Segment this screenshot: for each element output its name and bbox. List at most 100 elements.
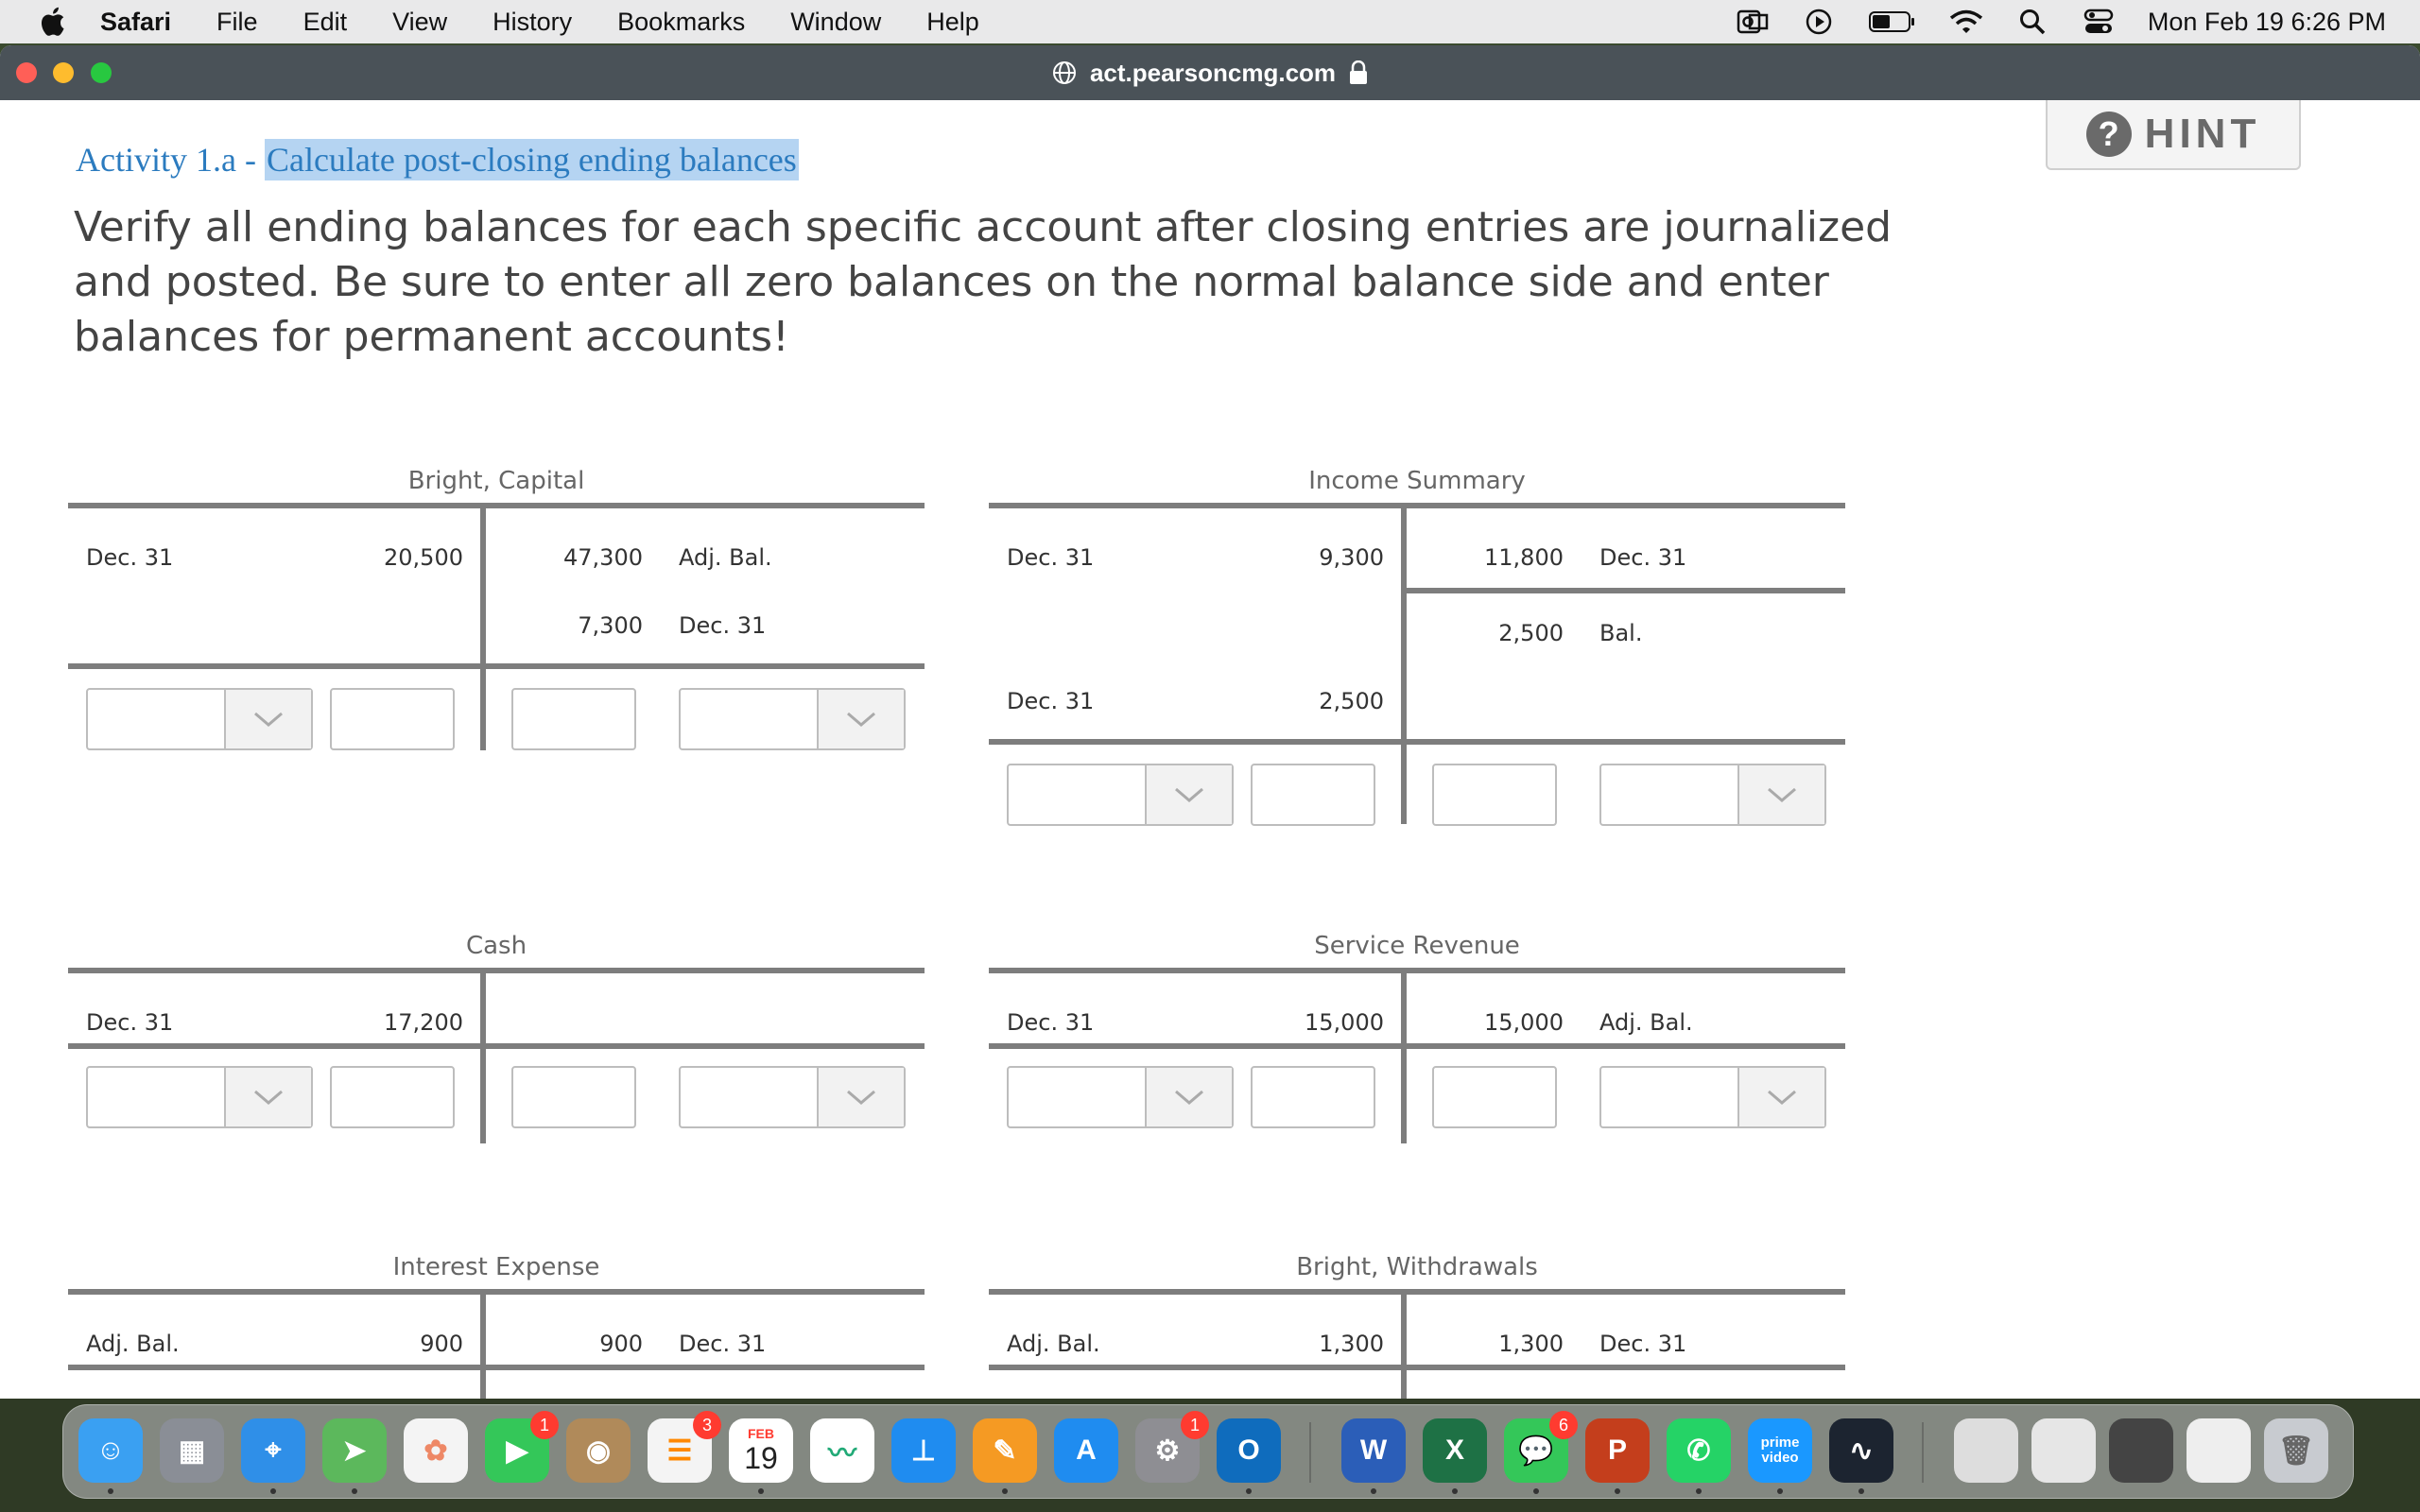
- reminders-badge: 3: [693, 1411, 721, 1439]
- hint-button[interactable]: ? HINT: [2046, 100, 2301, 170]
- launchpad-icon[interactable]: ▦: [160, 1418, 224, 1483]
- chevron-down-icon: [817, 690, 904, 748]
- credit-label: Dec. 31: [1599, 544, 1687, 571]
- prime-video-label: prime video: [1760, 1435, 1800, 1466]
- credit-label-select[interactable]: [1599, 764, 1826, 826]
- credit-label-select[interactable]: [679, 688, 906, 750]
- activity-monitor-icon[interactable]: ∿: [1829, 1418, 1893, 1483]
- settings-badge: 1: [1181, 1411, 1209, 1439]
- wifi-icon[interactable]: [1949, 8, 1983, 36]
- debit-amount-input[interactable]: [1251, 1066, 1375, 1128]
- activity-prefix: Activity 1.a -: [76, 141, 265, 179]
- debit-amount-input[interactable]: [1251, 764, 1375, 826]
- menu-window[interactable]: Window: [790, 8, 881, 37]
- powerpoint-icon[interactable]: P: [1585, 1418, 1650, 1483]
- debit-label: Dec. 31: [86, 544, 174, 571]
- recent-document-4-icon[interactable]: [2187, 1418, 2251, 1483]
- menu-file[interactable]: File: [216, 8, 258, 37]
- account-title: Cash: [465, 932, 527, 960]
- system-settings-icon[interactable]: ⚙ 1: [1135, 1411, 1209, 1483]
- debit-label-select[interactable]: [86, 688, 313, 750]
- reminders-icon[interactable]: ☰ 3: [648, 1411, 721, 1483]
- keynote-icon[interactable]: ⊥: [891, 1418, 956, 1483]
- debit-label: Dec. 31: [1007, 544, 1095, 571]
- lock-icon: [1350, 60, 1368, 84]
- menu-bookmarks[interactable]: Bookmarks: [617, 8, 745, 37]
- calendar-day: 19: [744, 1440, 778, 1475]
- credit-value: 900: [599, 1331, 643, 1357]
- menu-app-name[interactable]: Safari: [100, 8, 171, 37]
- taccount-service-revenue: Service Revenue Dec. 31 15,000 15,000 Ad…: [989, 932, 1845, 1159]
- credit-amount-input[interactable]: [1432, 1066, 1557, 1128]
- debit-label-select[interactable]: [1007, 1066, 1234, 1128]
- credit-amount-input[interactable]: [1432, 764, 1557, 826]
- play-circle-icon[interactable]: [1802, 8, 1836, 36]
- debit-amount-input[interactable]: [330, 1066, 455, 1128]
- taccount-cash: Cash Dec. 31 17,200: [68, 932, 925, 1159]
- chevron-down-icon: [1737, 1068, 1824, 1126]
- page-content: ? HINT Activity 1.a - Calculate post-clo…: [0, 100, 2420, 1399]
- credit-label-select[interactable]: [679, 1066, 906, 1128]
- trash-icon[interactable]: 🗑: [2264, 1418, 2328, 1483]
- freeform-icon[interactable]: 〰: [810, 1418, 874, 1483]
- whatsapp-icon[interactable]: ✆: [1667, 1418, 1731, 1483]
- menu-help[interactable]: Help: [926, 8, 979, 37]
- maps-icon[interactable]: ➤: [322, 1418, 387, 1483]
- outlook-status-icon[interactable]: [1736, 8, 1770, 36]
- menubar-clock[interactable]: Mon Feb 19 6:26 PM: [2148, 8, 2386, 37]
- recent-document-1-icon[interactable]: [1954, 1418, 2018, 1483]
- menu-edit[interactable]: Edit: [303, 8, 348, 37]
- debit-value: 17,200: [384, 1009, 463, 1036]
- credit-value: 15,000: [1484, 1009, 1564, 1036]
- debit-value: 1,300: [1319, 1331, 1384, 1357]
- credit-amount-input[interactable]: [511, 688, 636, 750]
- account-title: Income Summary: [1308, 467, 1526, 495]
- safari-icon[interactable]: ⌖: [241, 1418, 305, 1483]
- globe-icon: [1052, 61, 1076, 84]
- credit-label: Adj. Bal.: [1599, 1009, 1693, 1036]
- taccount-income-summary: Income Summary Dec. 31 9,300 11,800 Dec.…: [989, 467, 1845, 826]
- credit-label-select[interactable]: [1599, 1066, 1826, 1128]
- app-store-icon[interactable]: A: [1054, 1418, 1118, 1483]
- battery-icon[interactable]: [1868, 8, 1917, 36]
- excel-icon[interactable]: X: [1423, 1418, 1487, 1483]
- hint-label: HINT: [2144, 111, 2261, 157]
- calendar-icon[interactable]: FEB 19: [729, 1418, 793, 1483]
- spotlight-search-icon[interactable]: [2015, 8, 2049, 36]
- account-title: Interest Expense: [392, 1253, 600, 1281]
- url-text: act.pearsoncmg.com: [1089, 58, 1337, 87]
- debit-label: Adj. Bal.: [1007, 1331, 1100, 1357]
- debit-label: Dec. 31: [1007, 1009, 1095, 1036]
- menu-bar: Safari File Edit View History Bookmarks …: [0, 0, 2420, 43]
- credit-value: 7,300: [578, 612, 643, 639]
- credit-amount-input[interactable]: [511, 1066, 636, 1128]
- facetime-badge: 1: [530, 1411, 559, 1439]
- taccount-bright-capital: Bright, Capital Dec. 31 20,500 47,300 Ad…: [68, 467, 925, 760]
- photos-icon[interactable]: ✿: [404, 1418, 468, 1483]
- debit-label: Dec. 31: [1007, 688, 1095, 714]
- question-mark-icon: ?: [2085, 112, 2132, 157]
- taccount-interest-expense: Interest Expense Adj. Bal. 900 900 Dec. …: [68, 1253, 925, 1399]
- activity-title-text: Calculate post-closing ending balances: [264, 139, 799, 180]
- pages-icon[interactable]: ✎: [973, 1418, 1037, 1483]
- activity-title: Activity 1.a - Calculate post-closing en…: [76, 139, 799, 180]
- word-icon[interactable]: W: [1341, 1418, 1406, 1483]
- control-center-icon[interactable]: [2082, 8, 2116, 36]
- messages-icon[interactable]: 💬 6: [1504, 1411, 1578, 1483]
- address-bar[interactable]: act.pearsoncmg.com: [0, 45, 2420, 100]
- debit-amount-input[interactable]: [330, 688, 455, 750]
- menu-view[interactable]: View: [392, 8, 447, 37]
- debit-label-select[interactable]: [1007, 764, 1234, 826]
- outlook-icon[interactable]: O: [1217, 1418, 1281, 1483]
- finder-icon[interactable]: ☺: [78, 1418, 143, 1483]
- recent-document-3-icon[interactable]: [2109, 1418, 2173, 1483]
- debit-label-select[interactable]: [86, 1066, 313, 1128]
- debit-value: 20,500: [384, 544, 463, 571]
- messages-badge: 6: [1549, 1411, 1578, 1439]
- menu-history[interactable]: History: [493, 8, 572, 37]
- contacts-icon[interactable]: ◉: [566, 1418, 631, 1483]
- apple-menu-icon[interactable]: [38, 6, 66, 38]
- recent-document-2-icon[interactable]: [2031, 1418, 2096, 1483]
- facetime-icon[interactable]: ▶ 1: [485, 1411, 559, 1483]
- prime-video-icon[interactable]: prime video: [1748, 1418, 1812, 1483]
